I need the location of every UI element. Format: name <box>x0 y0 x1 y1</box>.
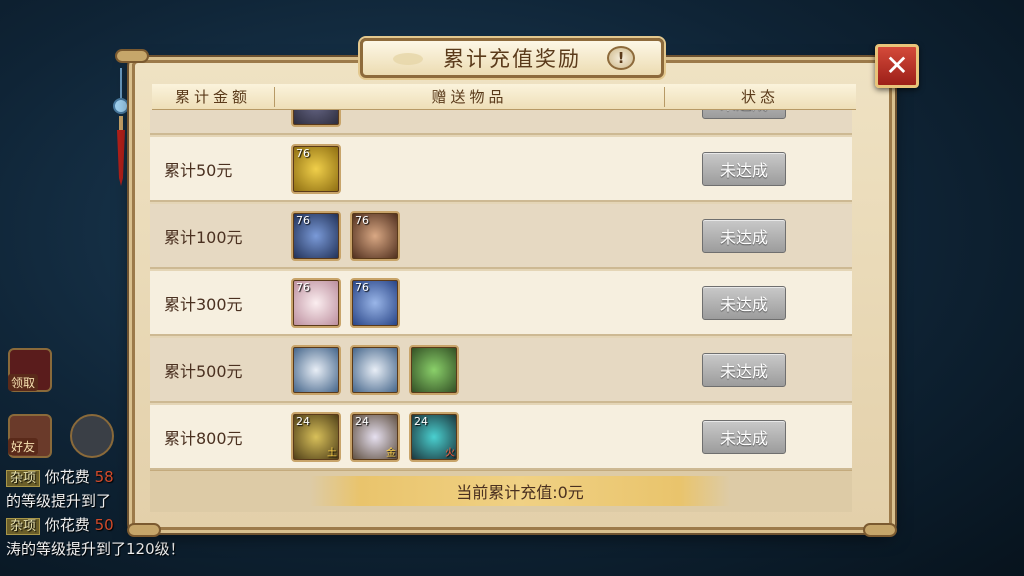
reward-list[interactable]: 未达成 累计50元 76 未达成 累计100元 76 76 未达成 累计300元… <box>150 110 852 470</box>
reward-item-icon[interactable]: 76 <box>291 277 341 328</box>
chat-tag: 杂项 <box>6 470 41 487</box>
reward-items <box>291 110 341 127</box>
pendant-decoration <box>113 68 129 186</box>
close-icon: ✕ <box>885 49 909 82</box>
chat-highlight: 58 <box>94 468 114 486</box>
reward-amount-label: 累计50元 <box>164 160 233 180</box>
dialog-title-plaque: 累计充值奖励 ! <box>360 38 664 78</box>
item-level: 76 <box>355 213 369 227</box>
reward-items: 76 76 <box>291 210 400 261</box>
chat-button[interactable] <box>70 414 114 458</box>
friends-button-label: 好友 <box>8 438 39 455</box>
status-button[interactable]: 未达成 <box>702 110 786 119</box>
reward-item-icon[interactable] <box>291 110 341 127</box>
reward-items: 24 土 24 金 24 火 <box>291 411 459 462</box>
chat-line: 杂项 你花费 58 <box>6 466 114 487</box>
item-level: 76 <box>296 280 310 294</box>
reward-amount-label: 累计800元 <box>164 428 243 448</box>
panel-corner <box>127 523 161 537</box>
claim-button-label: 领取 <box>8 374 39 391</box>
chat-text: 的等级提升到了 <box>6 492 112 510</box>
reward-row: 未达成 <box>150 110 852 135</box>
reward-item-icon[interactable] <box>409 344 459 395</box>
table-header: 累计金额 赠送物品 状态 <box>152 84 856 110</box>
header-status: 状态 <box>740 88 779 106</box>
chat-text: 涛的等级提升到了120级！ <box>6 540 185 558</box>
header-items: 赠送物品 <box>431 88 508 106</box>
reward-item-icon[interactable]: 76 <box>350 277 400 328</box>
reward-items: 76 <box>291 143 341 194</box>
status-button[interactable]: 未达成 <box>702 352 786 387</box>
status-button[interactable]: 未达成 <box>702 151 786 186</box>
status-button[interactable]: 未达成 <box>702 285 786 320</box>
chat-text: 你花费 <box>44 516 90 534</box>
chat-highlight: 50 <box>94 516 114 534</box>
info-icon: ! <box>617 49 625 67</box>
reward-item-icon[interactable]: 76 <box>350 210 400 261</box>
reward-amount-label: 累计300元 <box>164 294 243 314</box>
reward-item-icon[interactable]: 76 <box>291 210 341 261</box>
item-level: 24 <box>414 414 428 428</box>
chat-line: 杂项 你花费 50 <box>6 514 114 535</box>
reward-items <box>291 344 459 395</box>
current-total-recharge: 当前累计充值:0元 <box>310 476 730 506</box>
reward-item-icon[interactable]: 24 火 <box>409 411 459 462</box>
reward-item-icon[interactable] <box>350 344 400 395</box>
item-level: 76 <box>296 213 310 227</box>
item-level: 76 <box>296 146 310 160</box>
chat-text: 你花费 <box>44 468 90 486</box>
item-element-badge: 土 <box>327 447 337 459</box>
reward-amount-label: 累计100元 <box>164 227 243 247</box>
reward-item-icon[interactable]: 24 土 <box>291 411 341 462</box>
reward-items: 76 76 <box>291 277 400 328</box>
panel-corner <box>115 49 149 63</box>
cloud-decoration-icon <box>393 53 423 65</box>
reward-row: 累计50元 76 未达成 <box>150 137 852 202</box>
item-level: 24 <box>296 414 310 428</box>
status-button[interactable]: 未达成 <box>702 419 786 454</box>
reward-row: 累计500元 未达成 <box>150 338 852 403</box>
item-element-badge: 金 <box>386 447 396 459</box>
status-button[interactable]: 未达成 <box>702 218 786 253</box>
chat-line: 涛的等级提升到了120级！ <box>6 538 185 559</box>
reward-item-icon[interactable]: 24 金 <box>350 411 400 462</box>
info-button[interactable]: ! <box>607 46 635 70</box>
item-element-badge: 火 <box>445 447 455 459</box>
chat-tag: 杂项 <box>6 518 41 535</box>
reward-amount-label: 累计500元 <box>164 361 243 381</box>
item-level: 24 <box>355 414 369 428</box>
dialog-title: 累计充值奖励 <box>443 47 581 71</box>
reward-row: 累计100元 76 76 未达成 <box>150 204 852 269</box>
panel-corner <box>863 523 897 537</box>
reward-item-icon[interactable] <box>291 344 341 395</box>
close-button[interactable]: ✕ <box>875 44 919 88</box>
chat-line: 的等级提升到了 <box>6 490 111 511</box>
reward-item-icon[interactable]: 76 <box>291 143 341 194</box>
item-level: 76 <box>355 280 369 294</box>
header-amount: 累计金额 <box>174 88 251 106</box>
reward-row: 累计300元 76 76 未达成 <box>150 271 852 336</box>
reward-row: 累计800元 24 土 24 金 24 火 未达成 <box>150 405 852 470</box>
